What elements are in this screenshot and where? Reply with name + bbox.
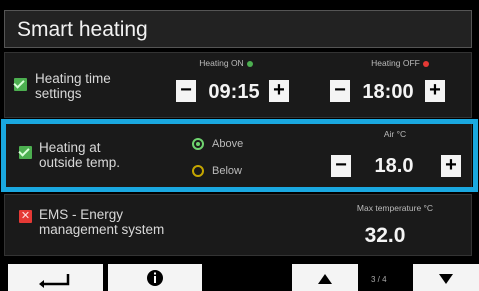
heating-on-value: 09:15 xyxy=(208,81,260,103)
heating-on-minus-button[interactable]: − xyxy=(176,80,196,102)
outside-temp-checkbox[interactable] xyxy=(18,145,32,159)
return-arrow-icon xyxy=(38,274,69,288)
scroll-up-button[interactable] xyxy=(292,264,358,291)
back-button[interactable] xyxy=(8,264,103,291)
air-temp-caption: Air °C xyxy=(383,129,407,139)
heating-off-caption: Heating OFF xyxy=(345,58,455,68)
scroll-down-button[interactable] xyxy=(413,264,479,291)
checkmark-icon xyxy=(18,145,30,157)
checkmark-icon xyxy=(13,77,25,89)
heating-off-caption-text: Heating OFF xyxy=(371,58,420,68)
outside-temp-label-line2: outside temp. xyxy=(39,155,121,170)
radio-above[interactable] xyxy=(192,138,204,150)
ems-label-line2: management system xyxy=(39,222,165,237)
outside-temp-row: Heating at outside temp. Above Below Air… xyxy=(4,123,472,189)
heating-time-checkbox[interactable] xyxy=(13,77,27,91)
outside-temp-label: Heating at outside temp. xyxy=(39,140,120,170)
heating-time-row: Heating time settings Heating ON − 09:15… xyxy=(4,52,472,118)
max-temp-value: 32.0 xyxy=(364,224,406,247)
ems-row: ✕ EMS - Energy management system Max tem… xyxy=(4,194,472,256)
heating-off-plus-button[interactable]: + xyxy=(425,80,445,102)
page-title: Smart heating xyxy=(17,18,148,41)
title-bar: Smart heating xyxy=(4,10,472,48)
heating-off-minus-button[interactable]: − xyxy=(330,80,350,102)
status-dot-green-icon xyxy=(246,60,253,67)
heating-on-plus-button[interactable]: + xyxy=(269,80,289,102)
heating-on-caption: Heating ON xyxy=(181,58,271,68)
triangle-up-icon xyxy=(318,274,332,284)
heating-off-value: 18:00 xyxy=(362,81,414,103)
heating-time-label: Heating time settings xyxy=(35,71,111,101)
ems-checkbox[interactable]: ✕ xyxy=(19,210,32,223)
radio-below-label: Below xyxy=(212,165,242,177)
heating-on-caption-text: Heating ON xyxy=(199,58,244,68)
air-temp-value: 18.0 xyxy=(374,155,414,177)
radio-above-label: Above xyxy=(212,138,244,150)
info-button[interactable] xyxy=(108,264,202,291)
page-indicator: 3 / 4 xyxy=(371,275,387,284)
outside-temp-label-line1: Heating at xyxy=(39,140,101,155)
max-temp-caption: Max temperature °C xyxy=(356,203,434,213)
cross-icon: ✕ xyxy=(20,210,31,222)
radio-below[interactable] xyxy=(192,165,204,177)
ems-label: EMS - Energy management system xyxy=(39,207,164,237)
triangle-down-icon xyxy=(439,274,453,284)
status-dot-red-icon xyxy=(422,60,429,67)
heating-time-label-line1: Heating time xyxy=(35,71,111,86)
info-icon xyxy=(147,270,163,286)
air-temp-minus-button[interactable]: − xyxy=(331,155,351,177)
ems-label-line1: EMS - Energy xyxy=(39,207,124,222)
smart-heating-screen: Smart heating Heating time settings Heat… xyxy=(0,0,479,291)
air-temp-plus-button[interactable]: + xyxy=(441,155,461,177)
heating-time-label-line2: settings xyxy=(35,86,82,101)
